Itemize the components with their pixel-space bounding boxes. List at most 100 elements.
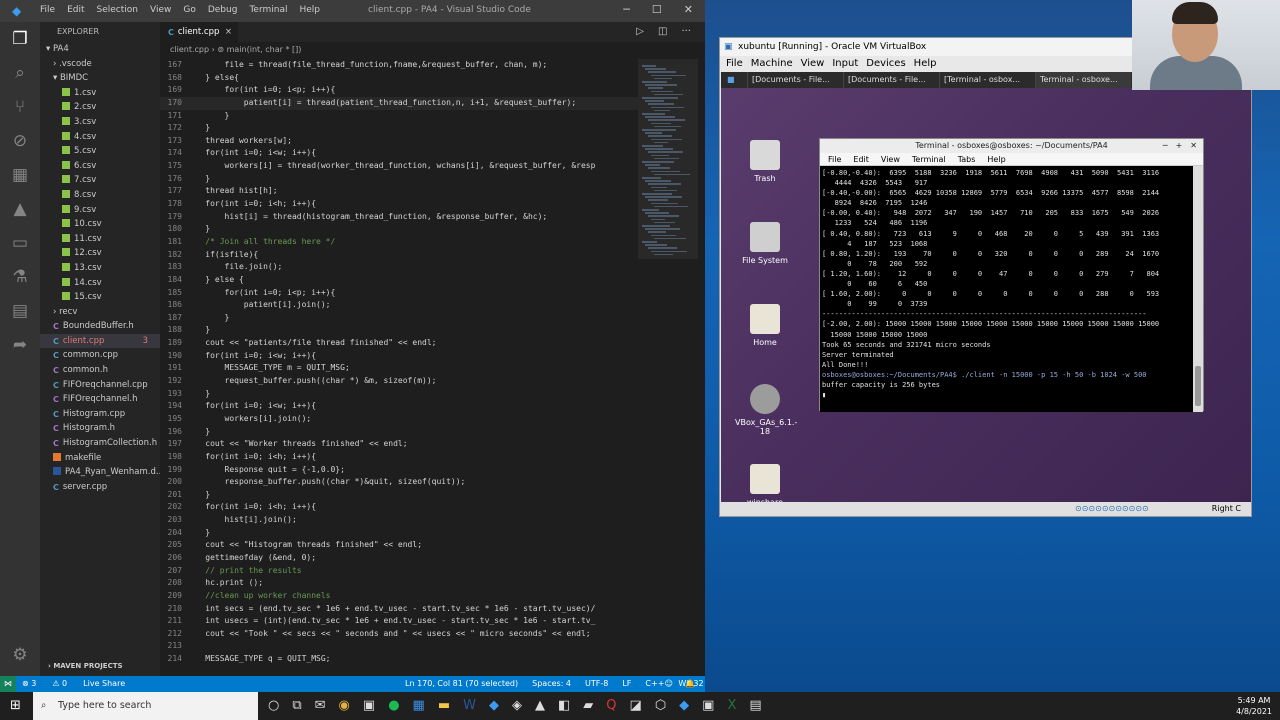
code-line[interactable]: 201 } [160,489,638,502]
menu-item-view[interactable]: View [150,5,171,15]
code-line[interactable]: 185 for(int i=0; i<p; i++){ [160,287,638,300]
file-7csv[interactable]: 7.csv [40,173,160,188]
terminal-menu-view[interactable]: View [881,153,900,165]
vbox-menu-machine[interactable]: Machine [751,56,793,71]
desktop-winshare-icon[interactable]: winshare [735,464,795,507]
file-10csv[interactable]: 10.csv [40,217,160,232]
code-line[interactable]: 194 for(int i=0; i<w; i++){ [160,400,638,413]
app-icon-1[interactable]: ◈ [512,698,522,713]
docker-icon[interactable]: ▤ [0,294,40,328]
task-view-icon[interactable]: ⧉ [292,698,301,713]
terminal-menu-tabs[interactable]: Tabs [958,153,976,165]
file-makefile[interactable]: makefile [40,451,160,466]
code-line[interactable]: 189 cout << "patients/file thread finish… [160,337,638,350]
file-6csv[interactable]: 6.csv [40,159,160,174]
maven-projects-section[interactable]: › MAVEN PROJECTS [40,659,160,674]
bell-icon[interactable]: 🔔 [685,676,695,692]
code-line[interactable]: 171 } [160,110,638,123]
code-line[interactable]: 178 for(int i=0; i<h; i++){ [160,198,638,211]
feedback-icon[interactable]: ☺ [665,676,673,692]
menu-item-go[interactable]: Go [183,5,195,15]
file-client-cpp[interactable]: Cclient.cpp 3 [40,333,160,349]
file-13csv[interactable]: 13.csv [40,261,160,276]
source-control-icon[interactable]: ⑂ [0,90,40,124]
warnings-indicator[interactable]: ⚠ 0 [52,676,67,692]
code-line[interactable]: 214 MESSAGE_TYPE q = QUIT_MSG; [160,653,638,666]
calendar-icon[interactable]: ▦ [413,698,425,713]
menu-item-debug[interactable]: Debug [208,5,238,15]
menu-item-terminal[interactable]: Terminal [249,5,287,15]
code-line[interactable]: 172 } [160,122,638,135]
terminal-menu-file[interactable]: File [828,153,841,165]
code-line[interactable]: 180 } [160,223,638,236]
close-tab-icon[interactable]: × [225,22,232,42]
vbox-device-icons[interactable]: ⊙⊙⊙⊙⊙⊙⊙⊙⊙⊙⊙ [1075,502,1149,516]
app-icon-6[interactable]: ◪ [630,698,642,713]
desktop-trash-icon[interactable]: Trash [735,140,795,183]
file-11csv[interactable]: 11.csv [40,232,160,247]
code-line[interactable]: 184 } else { [160,274,638,287]
code-line[interactable]: 211 int usecs = (int)(end.tv_sec * 1e6 +… [160,615,638,628]
vscode-taskbar-icon[interactable]: ◆ [489,698,499,713]
task-documents-2[interactable]: [Documents - File... [843,72,939,88]
task-terminal-1[interactable]: [Terminal - osbox... [939,72,1035,88]
code-line[interactable]: 198 for(int i=0; i<h; i++){ [160,451,638,464]
terminal-menu-help[interactable]: Help [987,153,1005,165]
app-icon-7[interactable]: ⬡ [655,698,666,713]
cortana-icon[interactable]: ○ [268,698,279,713]
code-line[interactable]: 205 cout << "Histogram threads finished"… [160,539,638,552]
file-3csv[interactable]: 3.csv [40,115,160,130]
code-line[interactable]: 207 // print the results [160,565,638,578]
xfce-menu-icon[interactable]: ■ [727,72,735,88]
code-line[interactable]: 203 hist[i].join(); [160,514,638,527]
app-icon-8[interactable]: ▤ [749,698,761,713]
code-line[interactable]: 202 for(int i=0; i<h; i++){ [160,501,638,514]
file-vscode[interactable]: › .vscode [40,57,160,72]
excel-icon[interactable]: X [727,698,736,713]
code-line[interactable]: 168 } else{ [160,72,638,85]
file-1csv[interactable]: 1.csv [40,86,160,101]
code-line[interactable]: 170 patient[i] = thread(patient_thread_f… [160,96,638,110]
terminal-window[interactable]: Terminal - osboxes@osboxes: ~/Documents/… [819,138,1204,412]
file-common-cpp[interactable]: Ccommon.cpp [40,348,160,363]
file-12csv[interactable]: 12.csv [40,246,160,261]
debug-icon[interactable]: ⊘ [0,124,40,158]
terminal-output[interactable]: [-0.80,-0.40): 6395 5188 3236 1918 5611 … [820,166,1195,412]
code-line[interactable]: 204 } [160,527,638,540]
word-icon[interactable]: W [463,698,476,713]
code-line[interactable]: 209 //clean up worker channels [160,590,638,603]
extensions-icon[interactable]: ▦ [0,158,40,192]
code-line[interactable]: 182 if(isfile){ [160,249,638,262]
split-editor-icon[interactable]: ◫ [658,26,667,37]
code-line[interactable]: 197 cout << "Worker threads finished" <<… [160,438,638,451]
code-line[interactable]: 186 patient[i].join(); [160,299,638,312]
app-icon-4[interactable]: ▰ [583,698,593,713]
code-line[interactable]: 177 thread hist[h]; [160,185,638,198]
file-2csv[interactable]: 2.csv [40,100,160,115]
windows-start-icon[interactable]: ⊞ [10,698,24,713]
code-line[interactable]: 188 } [160,324,638,337]
code-line[interactable]: 213 [160,640,638,653]
code-line[interactable]: 175 workers[i] = thread(worker_thread_fu… [160,160,638,173]
code-line[interactable]: 210 int secs = (end.tv_sec * 1e6 + end.t… [160,603,638,616]
code-line[interactable]: 208 hc.print (); [160,577,638,590]
code-line[interactable]: 183 file.join(); [160,261,638,274]
gear-icon[interactable]: ⚙ [0,638,40,672]
file-server-cpp[interactable]: Cserver.cpp [40,480,160,495]
vbox-menu-devices[interactable]: Devices [866,56,905,71]
search-icon[interactable]: ⌕ [0,56,40,90]
eol[interactable]: LF [622,676,631,692]
vbox-menu-file[interactable]: File [726,56,743,71]
file-bimdc[interactable]: ▾ BIMDC [40,71,160,86]
file-histogram-h[interactable]: C Histogram.h [40,421,160,436]
code-line[interactable]: 174 for(int i=0; i<w; i++){ [160,147,638,160]
task-terminal-2[interactable]: Terminal - osboxe... [1035,72,1131,88]
code-line[interactable]: 191 MESSAGE_TYPE m = QUIT_MSG; [160,362,638,375]
code-line[interactable]: 195 workers[i].join(); [160,413,638,426]
code-line[interactable]: 190 for(int i=0; i<w; i++){ [160,350,638,363]
indentation[interactable]: Spaces: 4 [532,676,571,692]
test-icon[interactable]: ⚗ [0,260,40,294]
code-line[interactable]: 169 for(int i=0; i<p; i++){ [160,84,638,97]
terminal-menu-edit[interactable]: Edit [853,153,869,165]
code-line[interactable]: 179 hist[i] = thread(histogram_thread_fu… [160,211,638,224]
